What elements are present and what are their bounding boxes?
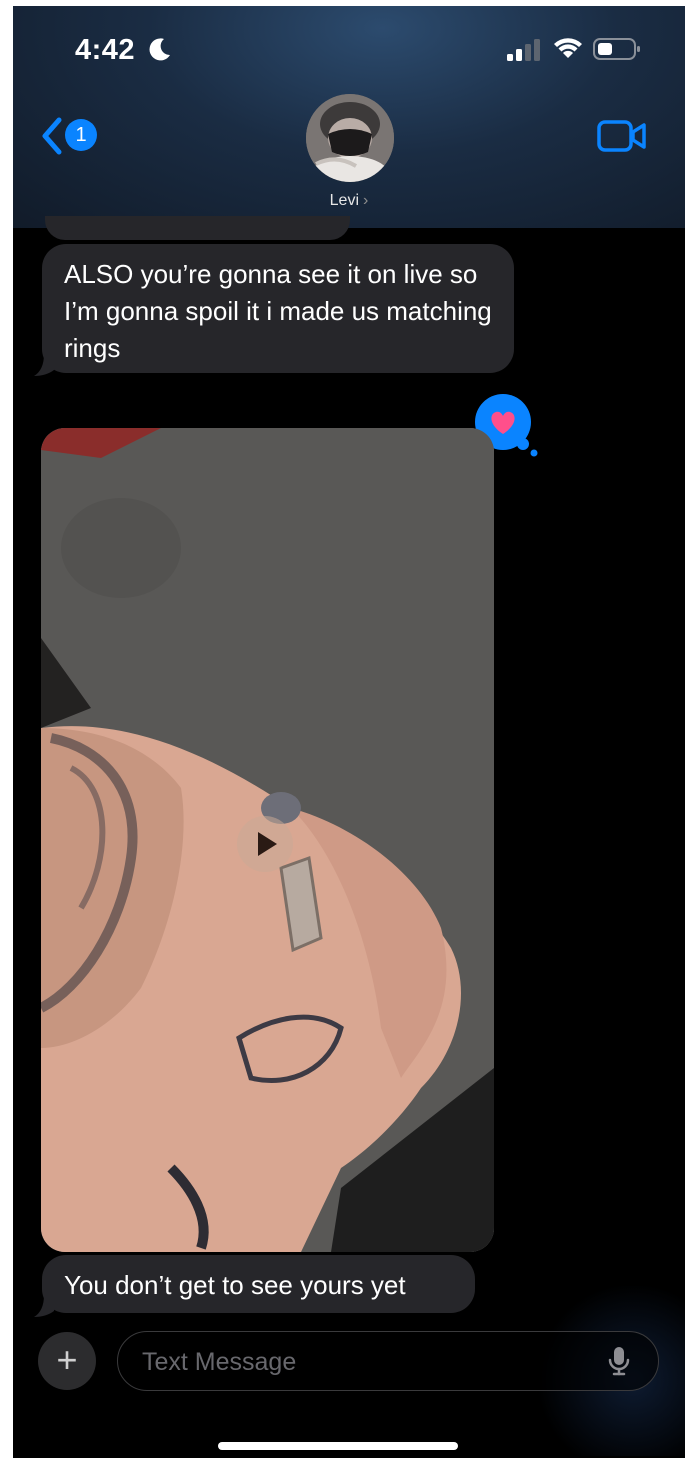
contact-avatar[interactable] xyxy=(306,94,394,182)
unread-count-badge[interactable]: 1 xyxy=(65,119,97,151)
video-message-thumbnail[interactable] xyxy=(41,428,494,1252)
message-bubble-incoming[interactable]: ALSO you’re gonna see it on live so I’m … xyxy=(42,244,514,373)
video-camera-icon[interactable] xyxy=(597,119,647,153)
status-time: 4:42 xyxy=(75,34,136,66)
bubble-tail xyxy=(34,354,54,376)
moon-icon xyxy=(149,38,170,61)
message-bubble-incoming[interactable]: You don’t get to see yours yet xyxy=(42,1255,475,1313)
conversation-header: 4:42 1 Levi › xyxy=(13,6,685,228)
message-input-field[interactable] xyxy=(117,1331,659,1392)
wifi-icon xyxy=(554,38,582,58)
chevron-right-icon: › xyxy=(363,192,369,209)
contact-name-label: Levi xyxy=(329,192,360,209)
phone-screen: 4:42 1 Levi › ALSO you’re gonna see it o… xyxy=(13,6,685,1458)
battery-icon xyxy=(593,38,640,60)
message-text: You don’t get to see yours yet xyxy=(64,1270,406,1300)
contact-name[interactable]: Levi › xyxy=(13,192,685,210)
cellular-signal-icon xyxy=(507,39,540,61)
microphone-icon[interactable] xyxy=(607,1345,631,1377)
bubble-tail xyxy=(34,1295,54,1317)
back-chevron-icon[interactable] xyxy=(39,116,65,156)
play-icon xyxy=(258,832,277,856)
previous-message-bubble xyxy=(45,216,350,240)
home-indicator[interactable] xyxy=(218,1442,458,1450)
play-button[interactable] xyxy=(237,816,293,872)
message-input[interactable] xyxy=(140,1332,604,1392)
avatar-image xyxy=(306,94,394,182)
plus-button[interactable]: + xyxy=(38,1332,96,1390)
message-text: ALSO you’re gonna see it on live so I’m … xyxy=(64,259,492,363)
